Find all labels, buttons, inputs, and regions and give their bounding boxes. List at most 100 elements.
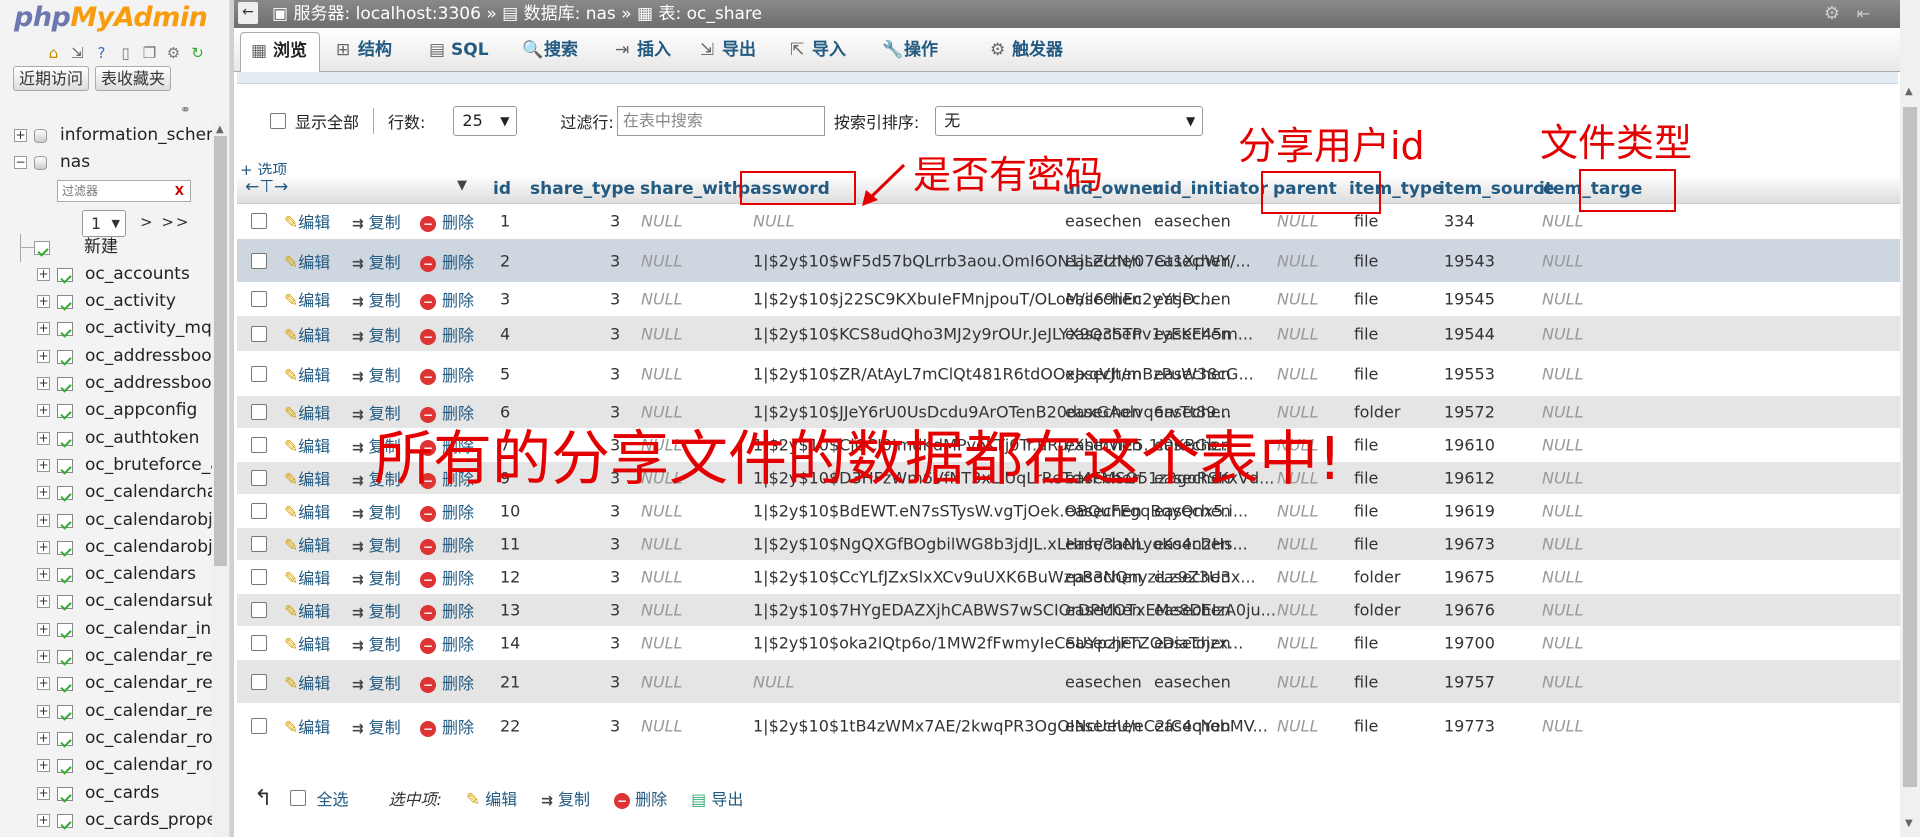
clear-filter-icon[interactable]: X bbox=[175, 181, 184, 201]
sidebar-table-item[interactable]: + oc_accounts bbox=[0, 261, 215, 288]
row-checkbox[interactable] bbox=[251, 569, 267, 585]
expand-icon[interactable]: + bbox=[37, 267, 50, 281]
column-arrows-icon[interactable]: ←⊤→ bbox=[245, 177, 288, 197]
expand-icon[interactable]: + bbox=[37, 295, 50, 309]
row-edit-button[interactable]: ✎编辑 bbox=[284, 322, 330, 346]
row-checkbox[interactable] bbox=[251, 503, 267, 519]
table-label[interactable]: oc_calendarchar bbox=[85, 479, 224, 506]
row-delete-button[interactable]: − 删除 bbox=[420, 714, 474, 738]
row-delete-button[interactable]: − 删除 bbox=[420, 670, 474, 694]
sidebar-table-item[interactable]: + oc_activity_mq bbox=[0, 315, 215, 342]
rows-per-page-select[interactable]: 25 ▼ bbox=[453, 106, 518, 136]
table-label[interactable]: oc_appconfig bbox=[85, 397, 197, 424]
breadcrumb-table[interactable]: 表: oc_share bbox=[658, 4, 762, 24]
table-row[interactable]: ✎编辑 ⇉ 复制 − 删除 5 3 NULL 1|$2y$10$ZR/AtAyL7mClQt4… bbox=[237, 352, 1900, 396]
sidebar-table-item[interactable]: + oc_activity bbox=[0, 288, 215, 315]
expand-icon[interactable]: + bbox=[37, 650, 50, 664]
sidebar-table-item[interactable]: + oc_addressbook bbox=[0, 343, 221, 370]
table-label[interactable]: oc_calendar_roc bbox=[85, 752, 222, 779]
table-label[interactable]: oc_activity_mq bbox=[85, 315, 212, 342]
copy-icon[interactable]: ❐ bbox=[140, 44, 159, 63]
tab-import[interactable]: ⇱ 导入 bbox=[780, 32, 866, 72]
expand-icon[interactable]: + bbox=[37, 540, 50, 554]
bulk-edit-button[interactable]: ✎ 编辑 bbox=[466, 786, 517, 810]
row-delete-button[interactable]: − 删除 bbox=[420, 249, 474, 273]
tab-sql[interactable]: ▤ SQL bbox=[419, 32, 506, 72]
row-delete-button[interactable]: − 删除 bbox=[420, 322, 474, 346]
table-label[interactable]: oc_accounts bbox=[85, 261, 190, 288]
row-checkbox[interactable] bbox=[251, 252, 267, 269]
table-row[interactable]: ✎编辑 ⇉ 复制 − 删除 12 3 NULL 1|$2y$10$CcYLfJZxSlxXCv… bbox=[237, 561, 1900, 594]
settings-gear-icon[interactable]: ⚙ bbox=[164, 44, 183, 63]
row-edit-button[interactable]: ✎编辑 bbox=[284, 362, 330, 386]
scroll-up-icon[interactable]: ▲ bbox=[1905, 86, 1913, 97]
expand-icon[interactable]: + bbox=[37, 595, 50, 609]
sidebar-table-item[interactable]: + oc_calendarchar bbox=[0, 479, 224, 506]
tab-browse[interactable]: ▦ 浏览 bbox=[240, 32, 320, 72]
collapse-icon[interactable]: − bbox=[14, 156, 27, 170]
row-edit-button[interactable]: ✎编辑 bbox=[284, 670, 330, 694]
row-edit-button[interactable]: ✎编辑 bbox=[284, 631, 330, 655]
sidebar-scrollbar[interactable]: ▲ bbox=[212, 122, 229, 837]
table-label[interactable]: oc_activity bbox=[85, 288, 176, 315]
expand-icon[interactable]: + bbox=[37, 486, 50, 500]
sidebar-table-item[interactable]: + oc_calendar_ren bbox=[0, 643, 224, 670]
db-label[interactable]: information_schem bbox=[60, 122, 223, 149]
column-header-uid_initiator[interactable]: uid_initiator bbox=[1152, 179, 1268, 199]
tab-search[interactable]: 🔍搜索 bbox=[512, 32, 599, 72]
sidebar-table-item[interactable]: + oc_cards_proper bbox=[0, 807, 224, 834]
sidebar-table-item[interactable]: + oc_cards bbox=[0, 780, 215, 807]
select-all-label[interactable]: 全选 bbox=[316, 786, 348, 810]
table-row[interactable]: ✎编辑 ⇉ 复制 − 删除 14 3 NULL 1|$2y$10$oka2lQtp6o/1MW… bbox=[237, 627, 1900, 660]
expand-icon[interactable]: + bbox=[37, 377, 50, 391]
tree-db-nas[interactable]: − nas bbox=[0, 149, 215, 176]
row-delete-button[interactable]: − 删除 bbox=[420, 631, 474, 655]
row-copy-button[interactable]: ⇉ 复制 bbox=[352, 322, 401, 346]
scroll-down-icon[interactable]: ▼ bbox=[1905, 818, 1913, 829]
home-icon[interactable]: ⌂ bbox=[44, 44, 63, 63]
sort-dropdown-icon[interactable]: ▼ bbox=[457, 178, 467, 193]
row-delete-button[interactable]: − 删除 bbox=[420, 287, 474, 311]
show-all-checkbox[interactable] bbox=[270, 113, 286, 129]
expand-icon[interactable]: + bbox=[37, 322, 50, 336]
table-label[interactable]: oc_calendar_ren bbox=[85, 643, 224, 670]
reload-icon[interactable]: ↻ bbox=[188, 44, 207, 63]
bulk-export-button[interactable]: ▤ 导出 bbox=[691, 786, 743, 810]
row-copy-button[interactable]: ⇉ 复制 bbox=[352, 598, 401, 622]
row-checkbox[interactable] bbox=[251, 291, 267, 307]
sidebar-table-item[interactable]: + oc_calendarobje bbox=[0, 534, 223, 561]
table-row[interactable]: ✎编辑 ⇉ 复制 − 删除 4 3 NULL 1|$2y$10$KCS8udQho3MJ2y9… bbox=[237, 316, 1900, 352]
expand-icon[interactable]: + bbox=[37, 759, 50, 773]
row-delete-button[interactable]: − 删除 bbox=[420, 532, 474, 556]
tab-export[interactable]: ⇲ 导出 bbox=[690, 32, 774, 72]
phpmyadmin-logo[interactable]: phpMyAdmin bbox=[0, 0, 229, 38]
table-row[interactable]: ✎编辑 ⇉ 复制 − 删除 3 3 NULL 1|$2y$10$j22SC9KXbuIeFMn… bbox=[237, 283, 1900, 316]
row-delete-button[interactable]: − 删除 bbox=[420, 565, 474, 589]
link-chain-icon[interactable]: ⚭ bbox=[180, 103, 191, 118]
row-edit-button[interactable]: ✎编辑 bbox=[284, 466, 330, 490]
sidebar-table-item[interactable]: + oc_calendar_res bbox=[0, 670, 222, 697]
row-checkbox[interactable] bbox=[251, 536, 267, 552]
column-header-share_type[interactable]: share_type bbox=[530, 179, 635, 199]
page-scroll-thumb[interactable] bbox=[1903, 107, 1917, 787]
tab-triggers[interactable]: ⚙ 触发器 bbox=[980, 32, 1080, 72]
table-row[interactable]: ✎编辑 ⇉ 复制 − 删除 10 3 NULL 1|$2y$10$BdEWT.eN7sSTys… bbox=[237, 495, 1900, 528]
table-label[interactable]: oc_addressbook bbox=[85, 370, 221, 397]
table-label[interactable]: oc_calendarsubs bbox=[85, 588, 226, 615]
exit-icon[interactable]: ⇲ bbox=[68, 44, 87, 63]
row-copy-button[interactable]: ⇉ 复制 bbox=[352, 249, 401, 273]
tab-insert[interactable]: ⇥ 插入 bbox=[605, 32, 685, 72]
row-delete-button[interactable]: − 删除 bbox=[420, 598, 474, 622]
bulk-copy-button[interactable]: ⇉ 复制 bbox=[541, 786, 590, 810]
sidebar-table-item[interactable]: + oc_calendar_inv bbox=[0, 616, 221, 643]
row-edit-button[interactable]: ✎编辑 bbox=[284, 400, 330, 424]
row-checkbox[interactable] bbox=[251, 635, 267, 651]
docs-icon[interactable]: ▯ bbox=[116, 44, 135, 63]
row-edit-button[interactable]: ✎编辑 bbox=[284, 287, 330, 311]
row-edit-button[interactable]: ✎编辑 bbox=[284, 532, 330, 556]
breadcrumb-database[interactable]: 数据库: nas bbox=[524, 4, 616, 24]
tree-new-table[interactable]: 新建 bbox=[0, 233, 215, 262]
row-delete-button[interactable]: − 删除 bbox=[420, 209, 474, 233]
row-checkbox[interactable] bbox=[251, 404, 267, 420]
row-checkbox[interactable] bbox=[251, 602, 267, 618]
